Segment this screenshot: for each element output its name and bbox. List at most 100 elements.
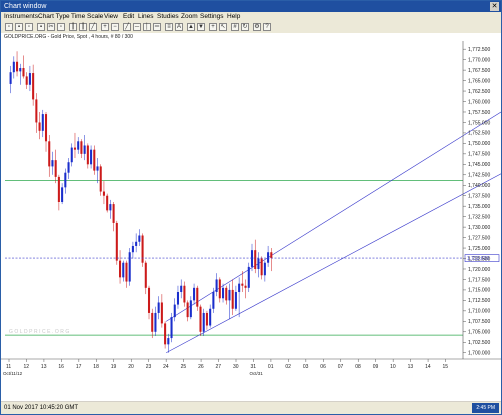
candle-body xyxy=(122,262,125,278)
candle-body xyxy=(244,285,247,288)
text-tool-icon[interactable]: A xyxy=(175,23,183,31)
candle-body xyxy=(254,250,257,269)
trend-channel[interactable] xyxy=(165,111,501,353)
time-tick-label: 30 xyxy=(233,364,239,370)
menu-bar: Instruments Chart Type Time Scale View E… xyxy=(1,12,501,22)
time-tick-label: 13 xyxy=(41,364,47,370)
grid-icon[interactable]: # xyxy=(231,23,239,31)
price-tick-label: 1,765.000 xyxy=(468,78,490,84)
candle-body xyxy=(22,68,25,77)
chart-canvas[interactable]: 1,722.600 1,772.5001,770.0001,767.5001,7… xyxy=(1,41,501,401)
price-tick-label: 1,742.500 xyxy=(468,173,490,179)
candle-body xyxy=(96,166,99,171)
menu-view[interactable]: View xyxy=(104,12,118,22)
candle-body xyxy=(218,279,221,299)
time-tick-label: 13 xyxy=(408,364,414,370)
close-icon[interactable]: ✕ xyxy=(490,2,499,11)
time-tick-label: 27 xyxy=(216,364,222,370)
vertical-line-icon[interactable]: │ xyxy=(143,23,151,31)
cut-icon[interactable]: ✂ xyxy=(47,23,55,31)
arrow-down-icon[interactable]: ▼ xyxy=(197,23,205,31)
candle-body xyxy=(202,312,205,332)
price-tick-label: 1,710.000 xyxy=(468,309,490,315)
candle-body xyxy=(99,166,102,192)
candle-body xyxy=(83,145,86,154)
menu-edit[interactable]: Edit xyxy=(123,12,134,22)
crosshair-icon[interactable]: + xyxy=(209,23,217,31)
candle-body xyxy=(167,338,170,345)
copy-icon[interactable]: ▫ xyxy=(57,23,65,31)
candle-body xyxy=(257,258,260,269)
zoom-in-icon[interactable]: + xyxy=(101,23,109,31)
time-tick-label: 03 xyxy=(303,364,309,370)
bar-chart-icon[interactable]: ┃ xyxy=(69,23,77,31)
candle-body xyxy=(225,287,228,301)
candle-body xyxy=(160,302,163,324)
candle-body xyxy=(147,287,151,313)
candle-body xyxy=(154,312,157,332)
candle-body xyxy=(109,204,112,211)
print-icon[interactable]: ▪ xyxy=(37,23,45,31)
candle-body xyxy=(263,262,266,276)
menu-lines[interactable]: Lines xyxy=(138,12,154,22)
settings-icon[interactable]: ⚙ xyxy=(253,23,261,31)
time-tick-label: 11 xyxy=(6,364,11,370)
new-chart-icon[interactable]: ▫ xyxy=(5,23,13,31)
time-tick-label: 07 xyxy=(338,364,344,370)
menu-instruments[interactable]: Instruments xyxy=(4,12,38,22)
time-tick-label: 26 xyxy=(198,364,204,370)
menu-help[interactable]: Help xyxy=(227,12,240,22)
line-chart-icon[interactable]: ╱ xyxy=(89,23,97,31)
menu-studies[interactable]: Studies xyxy=(157,12,179,22)
candle-body xyxy=(86,145,89,165)
candle-body xyxy=(119,260,122,278)
time-tick-label: 09 xyxy=(373,364,379,370)
channel-icon[interactable]: ═ xyxy=(153,23,161,31)
horizontal-line-icon[interactable]: ─ xyxy=(133,23,141,31)
save-icon[interactable]: ▫ xyxy=(25,23,33,31)
candle-body xyxy=(25,76,28,85)
candle-body xyxy=(19,68,22,72)
help-icon[interactable]: ? xyxy=(263,23,271,31)
time-tick-label: 19 xyxy=(111,364,117,370)
price-tick-label: 1,755.000 xyxy=(468,120,490,126)
time-tick-label: 17 xyxy=(76,364,82,370)
candle-body xyxy=(157,302,160,313)
arrow-up-icon[interactable]: ▲ xyxy=(187,23,195,31)
menu-settings[interactable]: Settings xyxy=(200,12,224,22)
candle-body xyxy=(48,141,51,167)
candle-body xyxy=(135,241,138,246)
candle-body xyxy=(93,149,96,171)
candle-body xyxy=(32,73,35,100)
candle-body xyxy=(112,204,115,223)
menu-zoom[interactable]: Zoom xyxy=(181,12,198,22)
candle-body xyxy=(35,99,38,123)
candle-body xyxy=(241,283,244,286)
time-tick-label: 10 xyxy=(390,364,396,370)
open-icon[interactable]: ▪ xyxy=(15,23,23,31)
candle-body xyxy=(28,73,31,85)
candle-body xyxy=(144,262,147,288)
candle-body xyxy=(106,195,109,211)
candle-body xyxy=(128,252,131,282)
candle-body xyxy=(80,141,83,154)
time-tick-label: 16 xyxy=(58,364,64,370)
candle-body xyxy=(196,287,199,307)
candle-body xyxy=(90,149,93,165)
refresh-icon[interactable]: ↻ xyxy=(241,23,249,31)
candle-body xyxy=(54,160,57,177)
time-tick-label: 23 xyxy=(146,364,152,370)
price-tick-label: 1,735.000 xyxy=(468,204,490,210)
candle-body xyxy=(173,304,176,318)
candle-body xyxy=(250,250,254,267)
fibonacci-icon[interactable]: ≡ xyxy=(165,23,173,31)
time-tick-label: 06 xyxy=(320,364,326,370)
price-chart[interactable]: 1,722.600 1,772.500 1,770.000 1,767.500 1,7… xyxy=(1,41,501,401)
zoom-out-icon[interactable]: − xyxy=(111,23,119,31)
pointer-icon[interactable]: ↖ xyxy=(219,23,227,31)
candle-chart-icon[interactable]: ┃ xyxy=(79,23,87,31)
menu-time-scale[interactable]: Time Scale xyxy=(71,12,103,22)
menu-chart-type[interactable]: Chart Type xyxy=(38,12,70,22)
candle-body xyxy=(228,289,231,301)
trendline-icon[interactable]: ╱ xyxy=(123,23,131,31)
